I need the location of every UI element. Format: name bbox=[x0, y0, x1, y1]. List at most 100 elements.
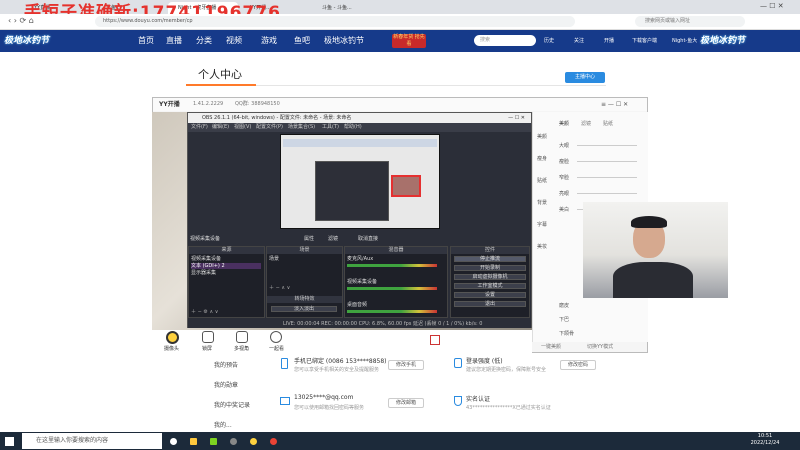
studio-mode-button[interactable]: 工作室模式 bbox=[454, 283, 526, 289]
webcam-overlay bbox=[583, 202, 728, 298]
nav-back-icon[interactable]: ‹ › ⟳ ⌂ bbox=[8, 16, 34, 25]
volume-meter[interactable] bbox=[347, 264, 437, 267]
taskbar-clock[interactable]: 10:51 2022/12/24 bbox=[740, 433, 790, 447]
account-title: 登录强度 (低) bbox=[466, 358, 503, 365]
filters-button[interactable]: 滤镜 bbox=[328, 235, 338, 242]
promo-badge[interactable]: 新春年货 抢先看 bbox=[392, 34, 426, 48]
slider-label: 大眼 bbox=[559, 143, 570, 149]
nav-live[interactable]: 直播 bbox=[166, 30, 182, 52]
change-phone-button[interactable]: 修改手机 bbox=[388, 360, 424, 370]
obs-title: OBS 26.1.1 (64-bit, windows) - 配置文件: 未命名… bbox=[202, 115, 352, 121]
user-name[interactable]: Night-鱼大 bbox=[672, 30, 697, 52]
menu-scene-collection[interactable]: 场景集合(S) bbox=[288, 123, 315, 132]
file-explorer-icon[interactable] bbox=[190, 438, 197, 445]
beauty-icon[interactable]: 美颜 bbox=[537, 126, 547, 148]
sticker-icon[interactable]: 贴纸 bbox=[537, 170, 547, 192]
taskview-icon[interactable] bbox=[170, 438, 177, 445]
slim-icon[interactable]: 瘦身 bbox=[537, 148, 547, 170]
app-icon[interactable] bbox=[210, 438, 217, 445]
nav-home[interactable]: 首页 bbox=[138, 30, 154, 52]
change-email-button[interactable]: 修改邮箱 bbox=[388, 398, 424, 408]
scene-item[interactable]: 视频采集设备 bbox=[191, 256, 221, 262]
change-password-button[interactable]: 修改密码 bbox=[560, 360, 596, 370]
obs-icon[interactable] bbox=[230, 438, 237, 445]
deselect-button[interactable]: 取消直接 bbox=[358, 235, 378, 242]
source-label: 视频采集设备 bbox=[190, 236, 221, 242]
scene-item[interactable]: 显示器采集 bbox=[191, 270, 216, 276]
lock-icon[interactable] bbox=[202, 331, 214, 343]
exit-button[interactable]: 退出 bbox=[454, 301, 526, 307]
beauty-tab-active[interactable]: 美颜 bbox=[559, 120, 569, 127]
multiview-icon[interactable] bbox=[236, 331, 248, 343]
beauty-tab[interactable]: 贴纸 bbox=[603, 120, 613, 127]
beauty-icon-column[interactable]: 美颜 瘦身 贴纸 背景 字幕 美妆 bbox=[537, 126, 547, 258]
menu-tools[interactable]: 工具(T) bbox=[322, 123, 339, 132]
scene-toolbar[interactable]: ＋ − ⚙ ∧ ∨ bbox=[191, 309, 218, 315]
preview-webcam-source[interactable] bbox=[391, 175, 421, 197]
menu-help[interactable]: 帮助(H) bbox=[344, 123, 362, 132]
slider-label: 下巴 bbox=[559, 317, 570, 323]
menu-file[interactable]: 文件(F) bbox=[191, 123, 208, 132]
sidebar-item[interactable]: 我的... bbox=[214, 420, 232, 429]
yy-title: YY开播 bbox=[159, 101, 180, 108]
scenes-panel: 来源 视频采集设备 文本 (GDI+) 2 显示器采集 ＋ − ⚙ ∧ ∨ bbox=[188, 246, 265, 318]
sidebar-item[interactable]: 我的预告 bbox=[214, 360, 238, 369]
source-toolbar[interactable]: ＋ − ∧ ∨ bbox=[269, 285, 290, 291]
sources-panel: 场景 场景 ＋ − ∧ ∨ 转场特效 淡入淡出 bbox=[266, 246, 343, 318]
browser-tab[interactable]: 斗鱼 - 斗鱼... bbox=[312, 2, 382, 14]
hair bbox=[631, 216, 667, 228]
beauty-tab[interactable]: 滤镜 bbox=[581, 120, 591, 127]
source-item[interactable]: 场景 bbox=[269, 256, 279, 262]
virtual-camera-button[interactable]: 启动虚拟摄像机 bbox=[454, 274, 526, 280]
nav-category[interactable]: 分类 bbox=[196, 30, 212, 52]
user-history[interactable]: 历史 bbox=[544, 30, 554, 52]
nav-video[interactable]: 视频 bbox=[226, 30, 242, 52]
taskbar-search[interactable]: 在这里输入你要搜索的内容 bbox=[22, 433, 162, 449]
settings-button[interactable]: 设置 bbox=[454, 292, 526, 298]
menu-profile[interactable]: 配置文件(P) bbox=[256, 123, 283, 132]
switch-mode[interactable]: 切换YY模式 bbox=[587, 343, 613, 350]
properties-button[interactable]: 属性 bbox=[304, 235, 314, 242]
browser-search-field[interactable]: 搜索网页或输入网址 bbox=[635, 16, 745, 27]
slider-track[interactable] bbox=[577, 145, 637, 146]
nav-event[interactable]: 极地冰钓节 bbox=[324, 30, 364, 52]
scene-item-selected[interactable]: 文本 (GDI+) 2 bbox=[191, 263, 261, 269]
obs-preview[interactable] bbox=[280, 134, 440, 229]
banner-logo: 极地冰钓节 bbox=[700, 36, 746, 46]
transition-select[interactable]: 淡入淡出 bbox=[271, 306, 337, 312]
menu-view[interactable]: 视图(V) bbox=[234, 123, 251, 132]
yy-icon[interactable] bbox=[250, 438, 257, 445]
sidebar-item[interactable]: 我的中奖记录 bbox=[214, 400, 250, 409]
makeup-icon[interactable]: 美妆 bbox=[537, 236, 547, 258]
watch-together-icon[interactable] bbox=[270, 331, 282, 343]
chrome-icon[interactable] bbox=[270, 438, 277, 445]
menu-edit[interactable]: 编辑(E) bbox=[212, 123, 229, 132]
url-field[interactable]: https://www.douyu.com/member/cp bbox=[95, 16, 575, 27]
obs-window-controls[interactable]: — ☐ ✕ bbox=[508, 113, 525, 123]
background-icon[interactable]: 背景 bbox=[537, 192, 547, 214]
one-click-beauty[interactable]: 一键美颜 bbox=[541, 343, 561, 350]
mail-icon bbox=[280, 397, 290, 405]
nav-yuba[interactable]: 鱼吧 bbox=[294, 30, 310, 52]
site-search-input[interactable]: 搜索 bbox=[474, 35, 536, 46]
user-download[interactable]: 下载客户端 bbox=[632, 30, 657, 52]
share-icon[interactable] bbox=[430, 335, 440, 345]
camera-icon[interactable] bbox=[166, 331, 179, 344]
sidebar-item[interactable]: 我的勋章 bbox=[214, 380, 238, 389]
windows-start-icon[interactable] bbox=[5, 437, 14, 446]
start-recording-button[interactable]: 开始录制 bbox=[454, 265, 526, 271]
anchor-center-button[interactable]: 主播中心 bbox=[565, 72, 605, 83]
nav-games[interactable]: 游戏 bbox=[261, 30, 277, 52]
yy-window-controls[interactable]: ≡ — ☐ ✕ bbox=[601, 98, 628, 111]
obs-menu-bar: 文件(F) 编辑(E) 视图(V) 配置文件(P) 场景集合(S) 工具(T) … bbox=[188, 123, 531, 132]
volume-meter[interactable] bbox=[347, 287, 437, 290]
panel-header: 控件 bbox=[451, 247, 529, 254]
user-broadcast[interactable]: 开播 bbox=[604, 30, 614, 52]
yy-titlebar: YY开播 1.41.2.2229 QQ群: 388948150 ≡ — ☐ ✕ bbox=[153, 98, 647, 111]
caption-icon[interactable]: 字幕 bbox=[537, 214, 547, 236]
volume-meter[interactable] bbox=[347, 310, 437, 313]
site-logo[interactable]: 极地冰钓节 bbox=[4, 31, 96, 51]
user-follow[interactable]: 关注 bbox=[574, 30, 584, 52]
stop-streaming-button[interactable]: 停止推流 bbox=[454, 256, 526, 262]
window-controls[interactable]: — ☐ ✕ bbox=[760, 2, 784, 10]
